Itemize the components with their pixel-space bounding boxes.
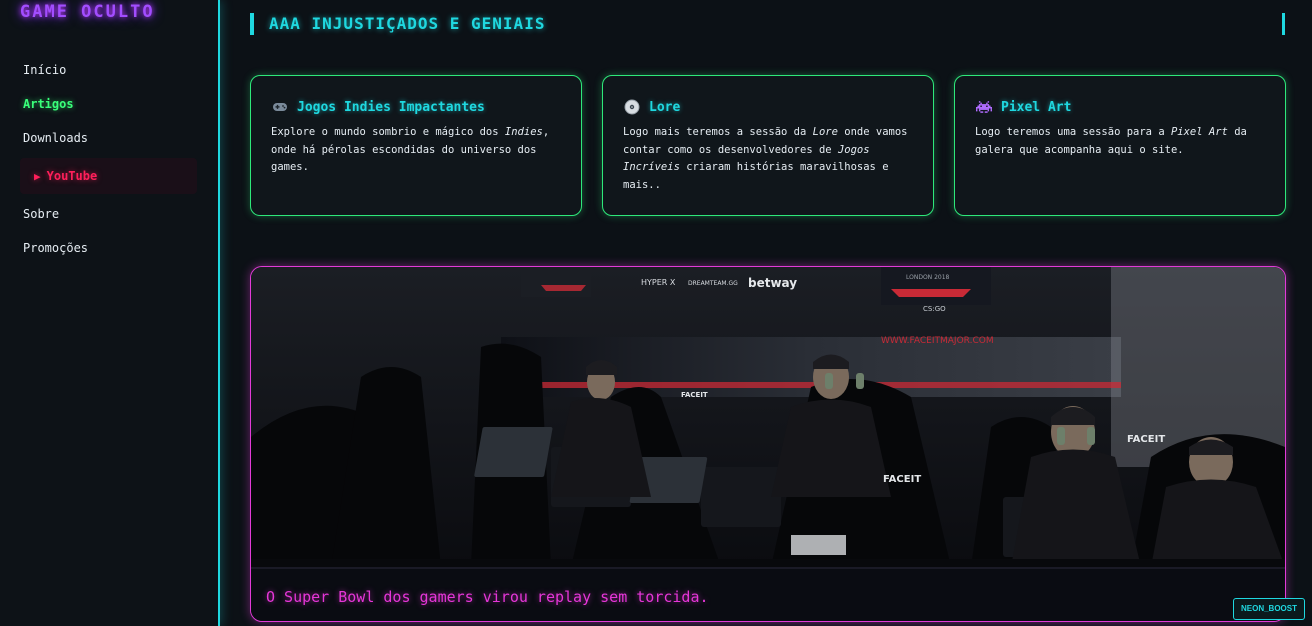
nav-item-youtube[interactable]: ▶ YouTube — [20, 158, 197, 194]
neon-boost-button[interactable]: NEON_BOOST — [1233, 598, 1305, 620]
nav-item-sobre[interactable]: Sobre — [0, 200, 218, 234]
sidebar: GAME OCULTO Início Artigos Downloads ▶ Yo… — [0, 0, 220, 626]
svg-text:FACEIT: FACEIT — [1127, 434, 1165, 445]
card-text: Logo mais teremos a sessão da Lore onde … — [623, 126, 908, 191]
svg-text:DREAMTEAM.GG: DREAMTEAM.GG — [688, 280, 738, 287]
card-pixel-art[interactable]: Pixel Art Logo teremos uma sessão para a… — [954, 75, 1286, 216]
svg-text:betway: betway — [748, 276, 797, 290]
svg-text:CS:GO: CS:GO — [923, 305, 946, 313]
card-lore[interactable]: Lore Logo mais teremos a sessão da Lore … — [602, 75, 934, 216]
section-header: AAA INJUSTIÇADOS E GENIAIS — [250, 13, 1285, 35]
featured-caption[interactable]: O Super Bowl dos gamers virou replay sem… — [251, 567, 1285, 621]
svg-text:FACEIT: FACEIT — [883, 474, 921, 485]
svg-text:HYPER X: HYPER X — [641, 278, 676, 287]
nav-item-artigos[interactable]: Artigos — [0, 90, 218, 124]
main-content: AAA INJUSTIÇADOS E GENIAIS Jogos Indies — [220, 0, 1312, 626]
site-logo[interactable]: GAME OCULTO — [20, 2, 155, 22]
section-title: AAA INJUSTIÇADOS E GENIAIS — [269, 14, 546, 33]
card-title: Lore — [649, 99, 681, 115]
disc-icon — [623, 98, 641, 116]
nav-item-downloads[interactable]: Downloads — [0, 124, 218, 158]
svg-text:LONDON 2018: LONDON 2018 — [906, 274, 950, 281]
svg-text:FACEIT: FACEIT — [681, 391, 708, 399]
card-indies[interactable]: Jogos Indies Impactantes Explore o mundo… — [250, 75, 582, 216]
card-title: Jogos Indies Impactantes — [297, 99, 485, 115]
app-window: GAME OCULTO Início Artigos Downloads ▶ Yo… — [0, 0, 1312, 626]
gamepad-icon — [271, 98, 289, 116]
card-text: Explore o mundo sombrio e mágico dos Ind… — [271, 126, 550, 173]
sidebar-nav: Início Artigos Downloads ▶ YouTube Sobre … — [0, 56, 218, 268]
card-text: Logo teremos uma sessão para a Pixel Art… — [975, 126, 1247, 156]
nav-item-promocoes[interactable]: Promoções — [0, 234, 218, 268]
svg-text:WWW.FACEITMAJOR.COM: WWW.FACEITMAJOR.COM — [881, 336, 994, 346]
card-title: Pixel Art — [1001, 99, 1072, 115]
play-icon: ▶ — [34, 170, 41, 183]
featured-article[interactable]: LONDON 2018 CS:GO HYPER X DREAMTEAM.GG b… — [250, 266, 1286, 622]
space-invader-icon — [975, 98, 993, 116]
nav-item-inicio[interactable]: Início — [0, 56, 218, 90]
esports-arena-photo: LONDON 2018 CS:GO HYPER X DREAMTEAM.GG b… — [251, 267, 1285, 567]
nav-item-youtube-label: YouTube — [46, 169, 98, 183]
card-grid: Jogos Indies Impactantes Explore o mundo… — [250, 75, 1286, 216]
